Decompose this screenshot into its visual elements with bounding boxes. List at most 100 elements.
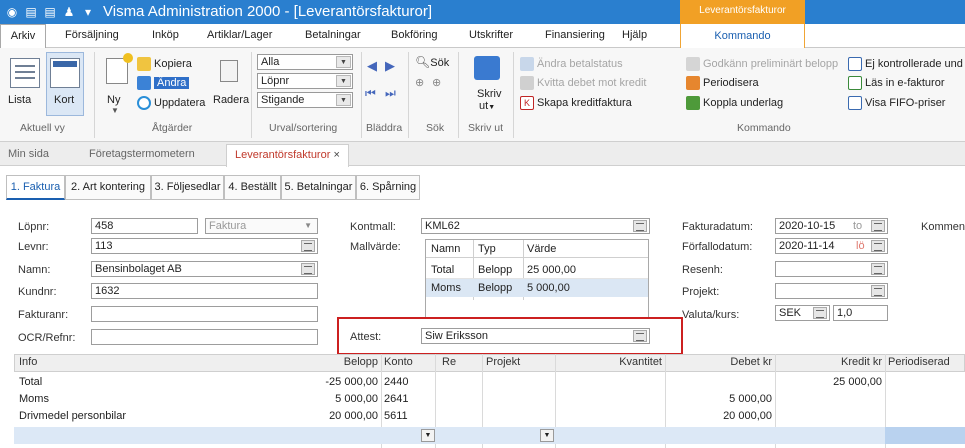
ocr-field[interactable] [91,329,318,345]
app-icon[interactable]: ◉ [4,4,20,20]
periodize-button[interactable]: Periodisera [686,76,759,90]
chevron-down-icon[interactable]: ▼ [540,429,554,442]
show-fifo-button[interactable]: Visa FIFO-priser [848,96,945,110]
menu-forsaljning[interactable]: Försäljning [65,29,119,41]
chevron-down-icon[interactable]: ▼ [336,75,351,87]
sort-order-select[interactable]: Stigande ▼ [257,92,353,108]
sort-order-value: Stigande [261,94,305,106]
chevron-down-icon[interactable]: ▼ [336,56,351,68]
valuta-field[interactable]: SEK [775,305,830,321]
lookup-icon[interactable] [633,330,647,342]
chevron-down-icon[interactable]: ▼ [336,94,351,106]
subtab-sparning[interactable]: 6. Spårning [356,175,420,200]
chevron-down-icon[interactable]: ▼ [421,429,435,442]
menu-finansiering[interactable]: Finansiering [545,29,605,41]
chevron-down-icon[interactable]: ▼ [111,106,119,115]
lopnr-field[interactable]: 458 [91,218,198,234]
note-icon[interactable]: ▤ [42,4,58,20]
table-row[interactable]: Drivmedel personbilar 20 000,00 5611 20 … [14,408,965,425]
lookup-icon[interactable] [301,240,315,252]
grid-header-belopp[interactable]: Belopp [304,356,378,368]
tab-min-sida[interactable]: Min sida [8,148,49,160]
menu-kommando[interactable]: Kommando [680,24,805,48]
fakturanr-field[interactable] [91,306,318,322]
fakturadatum-field[interactable]: 2020-10-15 to [775,218,888,234]
lookup-icon[interactable] [301,263,315,275]
resenh-field[interactable] [775,261,888,277]
unchecked-invoices-button[interactable]: Ej kontrollerade und [848,57,963,71]
zoom-icon[interactable]: ⊕ [432,76,441,89]
new-button[interactable]: Ny [107,94,120,106]
user-icon[interactable]: ♟ [61,4,77,20]
projekt-field[interactable] [775,283,888,299]
menu-utskrifter[interactable]: Utskrifter [469,29,513,41]
change-payment-status-button[interactable]: Ändra betalstatus [520,57,623,71]
table-row[interactable]: Moms 5 000,00 2641 5 000,00 [14,391,965,408]
approve-amount-button[interactable]: Godkänn preliminärt belopp [686,57,838,71]
grid-header-kvantitet[interactable]: Kvantitet [574,356,662,368]
zoom-icon[interactable]: ⊕ [415,76,424,89]
tab-foretagstermometern[interactable]: Företagstermometern [89,148,195,160]
sort-field-select[interactable]: Löpnr ▼ [257,73,353,89]
invoice-type-select[interactable]: Faktura ▼ [205,218,318,234]
settle-button[interactable]: Kvitta debet mot kredit [520,76,646,90]
change-button[interactable]: Ändra [137,76,190,90]
menu-bokforing[interactable]: Bokföring [391,29,437,41]
kurs-field[interactable]: 1,0 [833,305,888,321]
next-icon[interactable]: ▶ [385,58,395,74]
chevron-down-icon[interactable]: ▼ [304,219,312,233]
credit-invoice-button[interactable]: K Skapa kreditfaktura [520,96,632,110]
grid-header-periodiserad[interactable]: Periodiserad [888,356,950,368]
namn-field[interactable]: Bensinbolaget AB [91,261,318,277]
menu-inkop[interactable]: Inköp [152,29,179,41]
calendar-icon[interactable] [871,220,885,232]
subtab-bestallt[interactable]: 4. Beställt [224,175,281,200]
table-row[interactable]: Total -25 000,00 2440 25 000,00 [14,374,965,391]
kontmall-field[interactable]: KML62 [421,218,650,234]
subtab-faktura[interactable]: 1. Faktura [6,175,65,200]
lookup-icon[interactable] [813,307,827,319]
grid-header-info[interactable]: Info [19,356,37,368]
attest-field[interactable]: Siw Eriksson [421,328,650,344]
template-header-typ: Typ [478,243,496,255]
kundnr-label: Kundnr: [18,286,57,298]
grid-header-konto[interactable]: Konto [384,356,413,368]
close-icon[interactable]: × [333,149,339,161]
list-view-button[interactable]: Lista [8,94,31,106]
lookup-icon[interactable] [633,220,647,232]
link-attachment-button[interactable]: Koppla underlag [686,96,783,110]
subtab-foljesedlar[interactable]: 3. Följesedlar [151,175,224,200]
menu-betalningar[interactable]: Betalningar [305,29,361,41]
first-icon[interactable]: ⏮ [365,86,376,101]
calendar-icon[interactable] [871,240,885,252]
last-icon[interactable]: ⏭ [385,86,396,101]
filter-select[interactable]: Alla ▼ [257,54,353,70]
kundnr-field[interactable]: 1632 [91,283,318,299]
subtab-art-kontering[interactable]: 2. Art kontering [65,175,151,200]
levnr-field[interactable]: 113 [91,238,318,254]
previous-icon[interactable]: ◀ [367,58,377,74]
forfallodatum-field[interactable]: 2020-11-14 lö [775,238,888,254]
grid-header-kredit[interactable]: Kredit kr [794,356,882,368]
note-icon[interactable]: ▤ [23,4,39,20]
chevron-down-icon[interactable]: ▼ [488,104,495,111]
read-einvoices-button[interactable]: Läs in e-fakturor [848,76,944,90]
print-button[interactable]: Skriv [477,88,501,100]
dropdown-icon[interactable]: ▾ [80,4,96,20]
delete-button[interactable]: Radera [213,94,249,106]
subtab-betalningar[interactable]: 5. Betalningar [281,175,356,200]
menu-artiklar[interactable]: Artiklar/Lager [207,29,272,41]
lookup-icon[interactable] [871,263,885,275]
copy-button[interactable]: Kopiera [137,57,192,71]
grid-header-re[interactable]: Re [442,356,456,368]
periodiserad-cell[interactable] [885,427,965,444]
update-button[interactable]: Uppdatera [137,96,205,110]
search-button[interactable]: 🔍︎Sök [415,55,449,69]
grid-header-debet[interactable]: Debet kr [684,356,772,368]
lookup-icon[interactable] [871,285,885,297]
tab-leverantorsfakturor[interactable]: Leverantörsfakturor × [226,144,349,167]
grid-header-projekt[interactable]: Projekt [486,356,520,368]
new-entry-row[interactable]: ▼ ▼ [14,427,965,444]
menu-arkiv[interactable]: Arkiv [0,24,46,48]
menu-hjalp[interactable]: Hjälp [622,29,647,41]
